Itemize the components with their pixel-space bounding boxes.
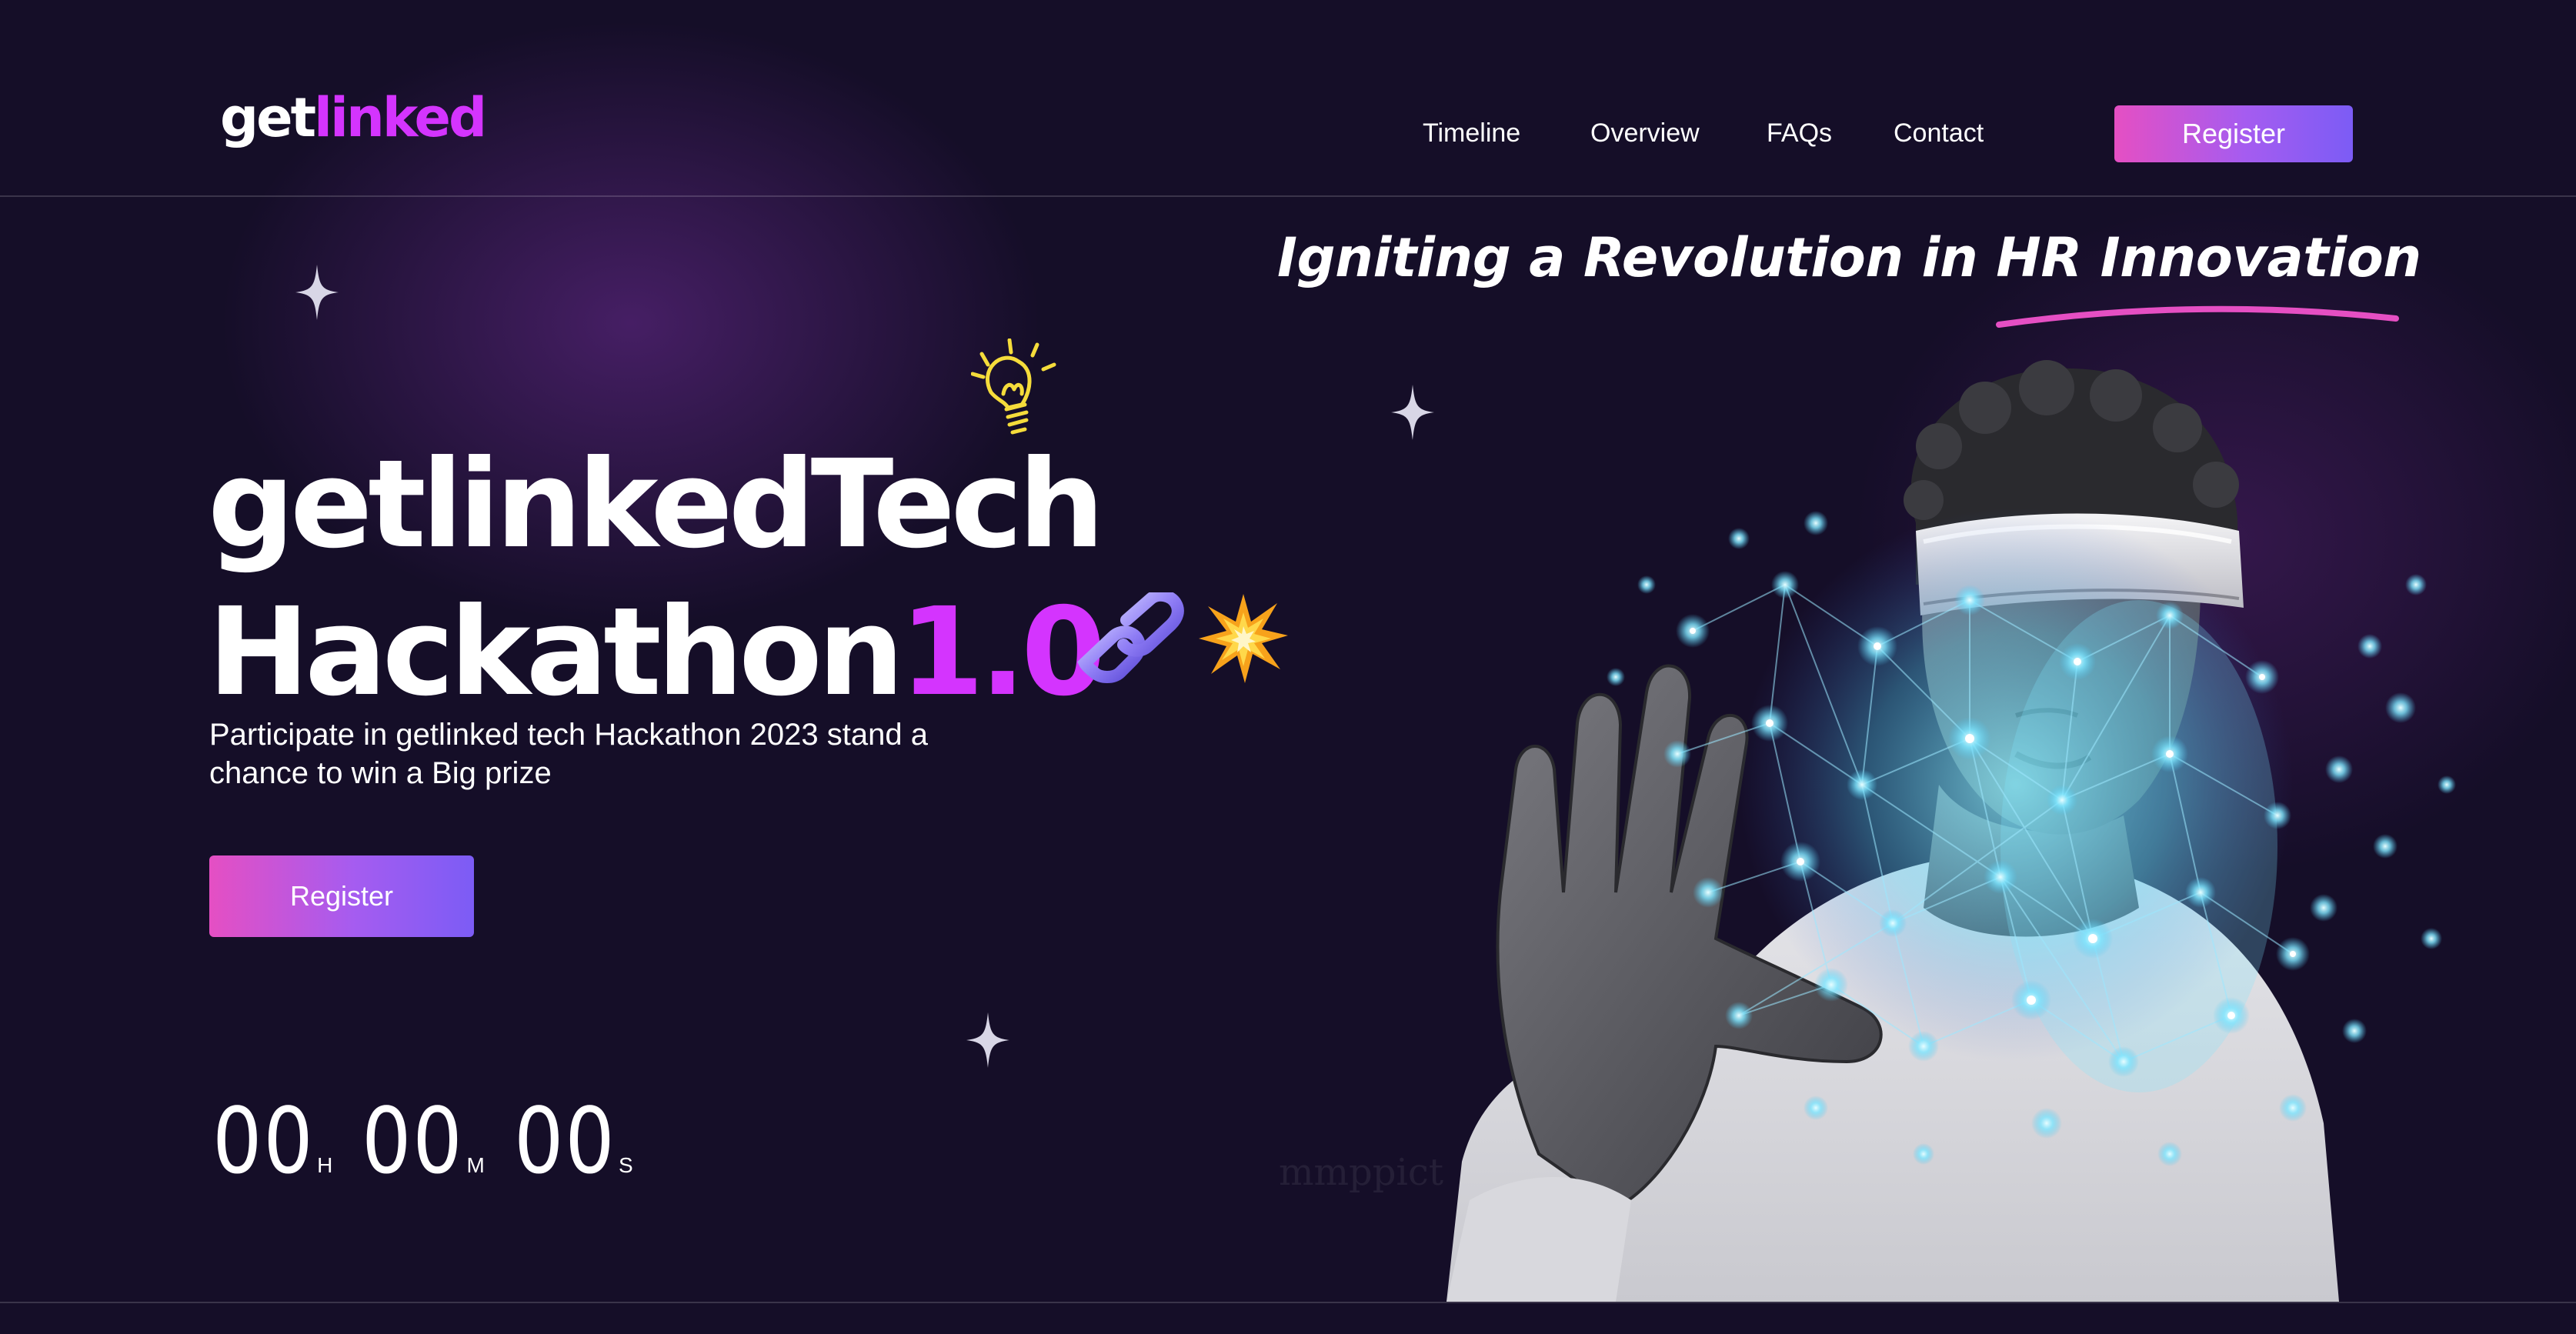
sparkle-star-icon xyxy=(966,1012,1009,1068)
section-divider xyxy=(0,1302,2576,1303)
countdown-minutes-value: 00 xyxy=(362,1088,464,1194)
image-watermark: mmppict xyxy=(1279,1151,1444,1194)
countdown-seconds-label: S xyxy=(619,1153,633,1177)
countdown-minutes: 00 M xyxy=(362,1096,484,1186)
nav-link-faqs[interactable]: FAQs xyxy=(1767,114,1832,152)
header-register-button[interactable]: Register xyxy=(2114,105,2353,162)
countdown-minutes-label: M xyxy=(466,1153,485,1177)
logo-suffix: linked xyxy=(314,86,487,149)
explosion-icon xyxy=(1199,594,1288,683)
hero-title-line-1: getlinkedTech xyxy=(208,434,1105,575)
hero-image-vr-person xyxy=(1446,360,2456,1302)
countdown-hours-label: H xyxy=(317,1153,333,1177)
logo-prefix: get xyxy=(220,86,316,149)
nav-link-timeline[interactable]: Timeline xyxy=(1423,114,1520,152)
countdown-hours: 00 H xyxy=(212,1096,332,1186)
hero-title: getlinkedTech Hackathon1.0 xyxy=(208,431,1106,726)
landing-page: getlinked Timeline Overview FAQs Contact… xyxy=(0,0,2576,1334)
site-header: getlinked Timeline Overview FAQs Contact… xyxy=(0,0,2576,197)
hero-tagline: Igniting a Revolution in HR Innovation xyxy=(1277,226,2421,289)
chain-link-icon xyxy=(1077,592,1184,683)
sparkle-star-icon xyxy=(295,265,339,320)
countdown-timer: 00 H 00 M 00 S xyxy=(212,1096,662,1196)
hero-title-prefix: Hackathon xyxy=(208,582,904,723)
countdown-seconds: 00 S xyxy=(514,1096,633,1186)
hero-description: Participate in getlinked tech Hackathon … xyxy=(209,718,928,790)
hero-register-button[interactable]: Register xyxy=(209,855,474,937)
hero-title-line-2: Hackathon1.0 xyxy=(208,579,1106,726)
tagline-underline xyxy=(1996,305,2399,328)
countdown-hours-value: 00 xyxy=(212,1088,315,1194)
brand-logo[interactable]: getlinked xyxy=(220,91,487,145)
nav-link-overview[interactable]: Overview xyxy=(1590,114,1700,152)
nav-link-contact[interactable]: Contact xyxy=(1894,114,1984,152)
countdown-seconds-value: 00 xyxy=(513,1088,616,1194)
